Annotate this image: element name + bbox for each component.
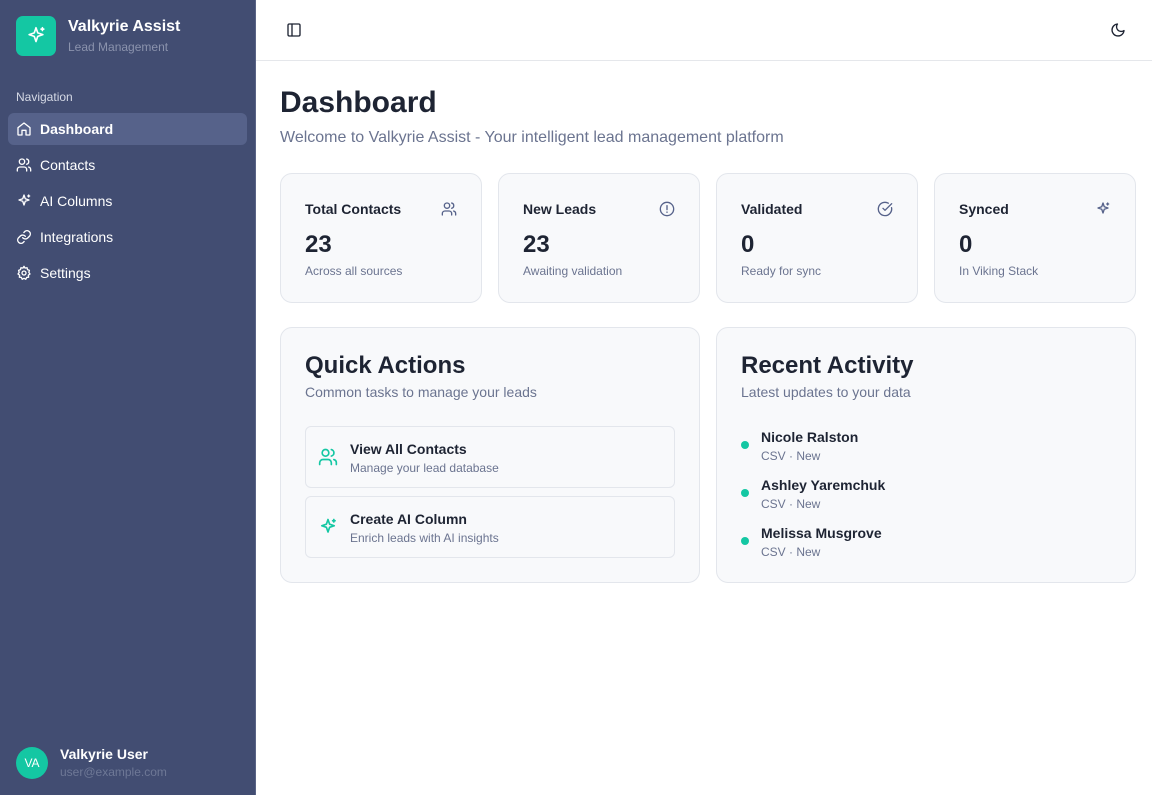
user-email: user@example.com bbox=[60, 765, 167, 779]
stat-card-validated: Validated 0 Ready for sync bbox=[716, 173, 918, 303]
activity-item[interactable]: Nicole Ralston CSV · New bbox=[741, 429, 1111, 469]
sparkles-icon bbox=[16, 16, 56, 56]
panel-title: Quick Actions bbox=[305, 352, 466, 379]
activity-meta: CSV · New bbox=[761, 449, 821, 463]
stat-value: 0 bbox=[959, 231, 973, 258]
create-ai-column-button[interactable]: Create AI Column Enrich leads with AI in… bbox=[305, 496, 675, 558]
stat-value: 23 bbox=[305, 231, 332, 258]
stat-label: Validated bbox=[741, 201, 803, 217]
stat-note: Awaiting validation bbox=[523, 264, 623, 278]
page-subtitle: Welcome to Valkyrie Assist - Your intell… bbox=[280, 129, 784, 146]
user-name: Valkyrie User bbox=[60, 746, 148, 762]
sidebar: Valkyrie Assist Lead Management Navigati… bbox=[0, 0, 256, 795]
sidebar-item-dashboard[interactable]: Dashboard bbox=[8, 113, 247, 145]
avatar: VA bbox=[16, 747, 48, 779]
users-icon bbox=[441, 202, 457, 216]
sidebar-nav: Dashboard Contacts AI Columns Integratio… bbox=[8, 113, 247, 293]
quick-actions-panel: Quick Actions Common tasks to manage you… bbox=[280, 327, 700, 583]
users-icon bbox=[16, 158, 32, 172]
sidebar-item-ai-columns[interactable]: AI Columns bbox=[8, 185, 247, 217]
top-header bbox=[256, 0, 1152, 61]
sidebar-item-label: Settings bbox=[40, 265, 91, 281]
user-profile[interactable]: VA Valkyrie User user@example.com bbox=[16, 745, 167, 781]
activity-name: Ashley Yaremchuk bbox=[761, 477, 886, 493]
panel-title: Recent Activity bbox=[741, 352, 914, 379]
stat-note: In Viking Stack bbox=[959, 264, 1039, 278]
stat-label: New Leads bbox=[523, 201, 597, 217]
view-all-contacts-button[interactable]: View All Contacts Manage your lead datab… bbox=[305, 426, 675, 488]
stat-card-synced: Synced 0 In Viking Stack bbox=[934, 173, 1136, 303]
stat-label: Total Contacts bbox=[305, 201, 402, 217]
theme-toggle-button[interactable] bbox=[1106, 18, 1130, 42]
sidebar-toggle-icon bbox=[287, 23, 301, 37]
brand-subtitle: Lead Management bbox=[68, 40, 169, 54]
sidebar-item-label: AI Columns bbox=[40, 193, 113, 209]
sidebar-item-settings[interactable]: Settings bbox=[8, 257, 247, 289]
stat-card-total-contacts: Total Contacts 23 Across all sources bbox=[280, 173, 482, 303]
activity-meta: CSV · New bbox=[761, 497, 821, 511]
activity-item[interactable]: Ashley Yaremchuk CSV · New bbox=[741, 477, 1111, 517]
sidebar-item-label: Contacts bbox=[40, 157, 96, 173]
recent-activity-panel: Recent Activity Latest updates to your d… bbox=[716, 327, 1136, 583]
stat-card-new-leads: New Leads 23 Awaiting validation bbox=[498, 173, 700, 303]
sidebar-toggle-button[interactable] bbox=[282, 18, 306, 42]
panel-subtitle: Common tasks to manage your leads bbox=[305, 384, 537, 400]
sparkles-icon bbox=[18, 194, 31, 206]
link-icon bbox=[17, 230, 31, 244]
users-icon bbox=[318, 448, 338, 466]
sidebar-item-label: Dashboard bbox=[40, 121, 114, 137]
sidebar-item-label: Integrations bbox=[40, 229, 114, 245]
sidebar-item-contacts[interactable]: Contacts bbox=[8, 149, 247, 181]
status-dot bbox=[741, 489, 749, 497]
activity-item[interactable]: Melissa Musgrove CSV · New bbox=[741, 525, 1111, 565]
page-title: Dashboard bbox=[280, 86, 437, 119]
stat-note: Across all sources bbox=[305, 264, 403, 278]
stat-value: 0 bbox=[741, 231, 755, 258]
activity-name: Melissa Musgrove bbox=[761, 525, 882, 541]
action-desc: Enrich leads with AI insights bbox=[350, 531, 499, 545]
check-circle-icon bbox=[877, 201, 893, 217]
nav-heading: Navigation bbox=[16, 90, 73, 104]
gear-icon bbox=[17, 265, 31, 280]
status-dot bbox=[741, 441, 749, 449]
home-icon bbox=[17, 122, 31, 136]
activity-name: Nicole Ralston bbox=[761, 429, 859, 445]
activity-meta: CSV · New bbox=[761, 545, 821, 559]
alert-circle-icon bbox=[659, 201, 675, 217]
brand-name: Valkyrie Assist bbox=[68, 18, 181, 35]
sparkles-icon bbox=[320, 518, 336, 533]
action-title: View All Contacts bbox=[350, 441, 467, 457]
panel-subtitle: Latest updates to your data bbox=[741, 384, 911, 400]
moon-icon bbox=[1111, 23, 1125, 37]
sidebar-item-integrations[interactable]: Integrations bbox=[8, 221, 247, 253]
action-title: Create AI Column bbox=[350, 511, 467, 527]
sparkles-icon bbox=[1097, 202, 1110, 214]
stat-label: Synced bbox=[959, 201, 1009, 217]
stat-value: 23 bbox=[523, 231, 550, 258]
status-dot bbox=[741, 537, 749, 545]
brand[interactable]: Valkyrie Assist Lead Management bbox=[16, 16, 180, 56]
stat-note: Ready for sync bbox=[741, 264, 822, 278]
action-desc: Manage your lead database bbox=[350, 461, 499, 475]
